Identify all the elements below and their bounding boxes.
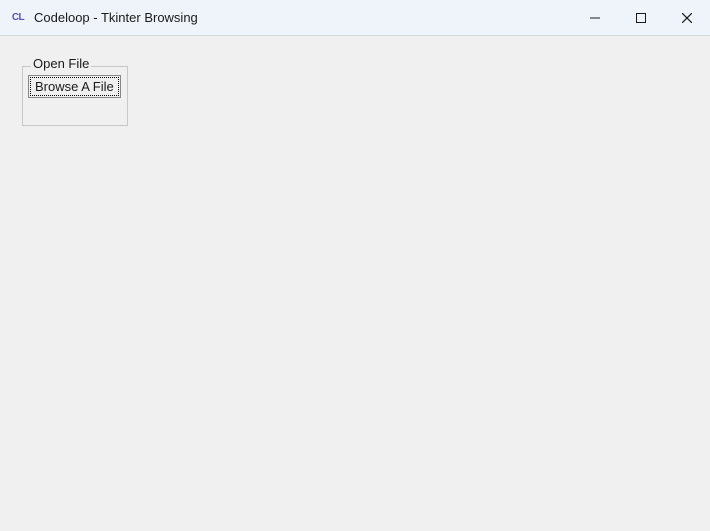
app-icon: CL <box>10 10 26 26</box>
browse-file-button[interactable]: Browse A File <box>28 75 121 98</box>
frame-label: Open File <box>31 56 91 71</box>
app-icon-text: CL <box>12 12 24 23</box>
titlebar: CL Codeloop - Tkinter Browsing <box>0 0 710 36</box>
client-area: Open File Browse A File <box>0 36 710 531</box>
close-button[interactable] <box>664 0 710 35</box>
maximize-button[interactable] <box>618 0 664 35</box>
open-file-frame: Open File Browse A File <box>22 66 128 126</box>
minimize-icon <box>590 13 600 23</box>
maximize-icon <box>636 13 646 23</box>
close-icon <box>682 13 692 23</box>
minimize-button[interactable] <box>572 0 618 35</box>
window-controls <box>572 0 710 35</box>
window-title: Codeloop - Tkinter Browsing <box>34 10 572 25</box>
